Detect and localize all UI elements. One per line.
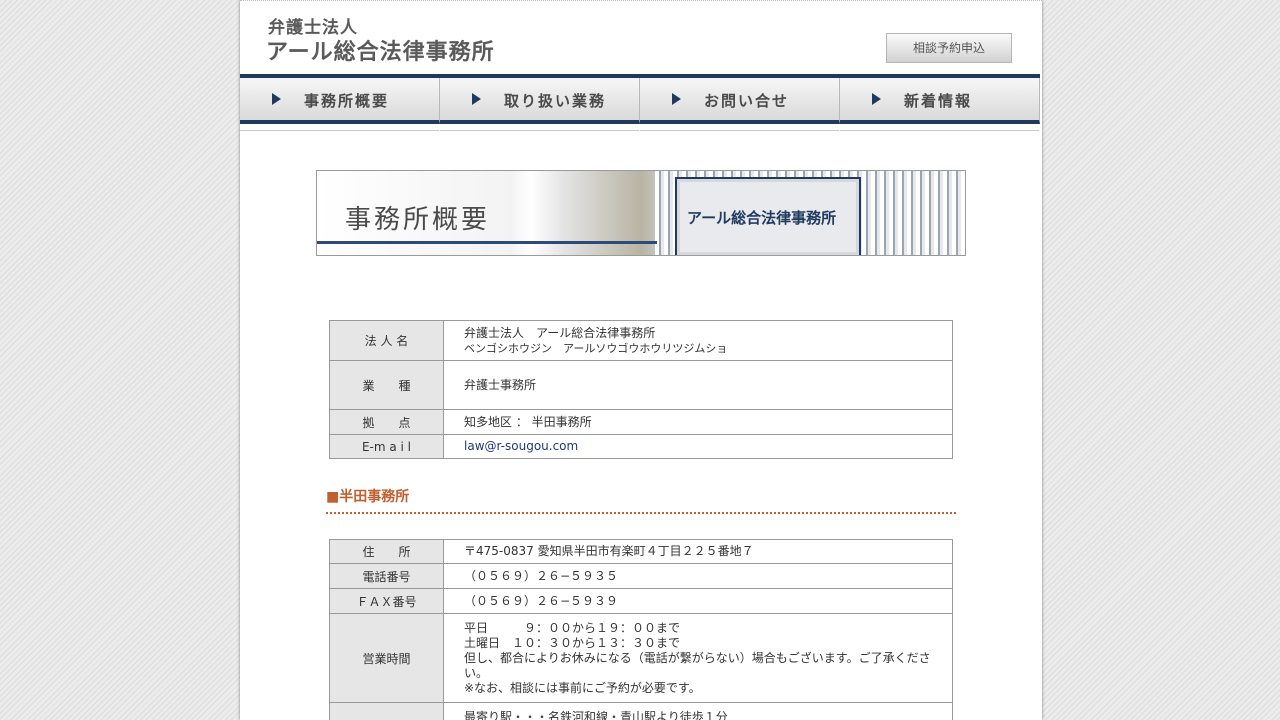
banner-underline <box>317 241 657 244</box>
table-row: E-m a i l law@r-sougou.com <box>329 434 953 459</box>
consultation-reservation-button[interactable]: 相談予約申込 <box>886 33 1012 63</box>
page-title: 事務所概要 <box>345 205 491 235</box>
table-row: 電話番号 （０５６９）２６−５９３５ <box>329 563 953 589</box>
play-arrow-icon <box>272 93 281 105</box>
row-label: 営業時間 <box>329 613 444 703</box>
table-row: ＦＡＸ番号 （０５６９）２６−５９３９ <box>329 588 953 614</box>
table-row: 営業時間 平日 ９：００から１９：００まで 土曜日 １０：３０から１３：３０まで… <box>329 613 953 703</box>
row-value: （０５６９）２６−５９３９ <box>443 588 953 614</box>
row-value: 平日 ９：００から１９：００まで 土曜日 １０：３０から１３：３０まで 但し、都… <box>443 613 953 703</box>
nav-item-label: 事務所概要 <box>304 92 390 110</box>
row-label: 電話番号 <box>329 563 444 589</box>
nav-item-label: 取り扱い業務 <box>504 92 607 110</box>
row-label: E-m a i l <box>329 434 444 459</box>
section-heading-handa-office: ■半田事務所 <box>326 486 956 514</box>
banner-sign-text: アール総合法律事務所 <box>687 209 837 227</box>
nav-item-practice-areas[interactable]: 取り扱い業務 <box>440 78 640 131</box>
table-row: 拠 点 知多地区 ： 半田事務所 <box>329 409 953 435</box>
hours-line: 平日 ９：００から１９：００まで <box>464 620 681 635</box>
nav-item-label: 新着情報 <box>904 92 973 110</box>
play-arrow-icon <box>472 93 481 105</box>
row-value: 知多地区 ： 半田事務所 <box>443 409 953 435</box>
banner-office-sign: アール総合法律事務所 <box>675 177 861 255</box>
table-row: 住 所 〒475-0837 愛知県半田市有楽町４丁目２２５番地７ <box>329 539 953 564</box>
table-row: 業 種 弁護士事務所 <box>329 360 953 410</box>
row-label <box>329 702 444 720</box>
row-value: （０５６９）２６−５９３５ <box>443 563 953 589</box>
hours-line: 但し、都合によりお休みになる（電話が繋がらない）場合もございます。ご了承ください… <box>464 650 931 680</box>
play-arrow-icon <box>872 93 881 105</box>
play-arrow-icon <box>672 93 681 105</box>
nav-item-contact[interactable]: お問い合せ <box>640 78 840 131</box>
row-label: 法 人 名 <box>329 320 444 361</box>
nav-item-office-overview[interactable]: 事務所概要 <box>240 78 440 131</box>
nav-item-news[interactable]: 新着情報 <box>840 78 1040 131</box>
table-row: 法 人 名 弁護士法人 アール総合法律事務所 ベンゴシホウジン アールソウゴウホ… <box>329 320 953 361</box>
row-value: 弁護士法人 アール総合法律事務所 ベンゴシホウジン アールソウゴウホウリツジムシ… <box>443 320 953 361</box>
page-banner: アール総合法律事務所 事務所概要 <box>316 170 966 256</box>
row-value: law@r-sougou.com <box>443 434 953 459</box>
corp-name: 弁護士法人 アール総合法律事務所 <box>464 325 656 340</box>
row-label: 業 種 <box>329 360 444 410</box>
hours-line: 土曜日 １０：３０から１３：３０まで <box>464 635 681 650</box>
site-header: 弁護士法人 アール総合法律事務所 相談予約申込 <box>240 0 1042 77</box>
row-value: 弁護士事務所 <box>443 360 953 410</box>
row-label: 住 所 <box>329 539 444 564</box>
logo-title[interactable]: アール総合法律事務所 <box>266 34 495 66</box>
page-container: 弁護士法人 アール総合法律事務所 相談予約申込 事務所概要 取り扱い業務 お問い… <box>240 0 1042 720</box>
main-navigation: 事務所概要 取り扱い業務 お問い合せ 新着情報 <box>240 74 1040 133</box>
row-label: ＦＡＸ番号 <box>329 588 444 614</box>
email-link[interactable]: law@r-sougou.com <box>464 439 578 453</box>
corporate-info-table: 法 人 名 弁護士法人 アール総合法律事務所 ベンゴシホウジン アールソウゴウホ… <box>329 320 953 459</box>
nav-item-label: お問い合せ <box>704 92 790 110</box>
hours-line: ※なお、相談には事前にご予約が必要です。 <box>464 680 701 695</box>
row-label: 拠 点 <box>329 409 444 435</box>
row-value: 最寄り駅・・・名鉄河和線・青山駅より徒歩１分 <box>443 702 953 720</box>
office-info-table: 住 所 〒475-0837 愛知県半田市有楽町４丁目２２５番地７ 電話番号 （０… <box>329 539 953 720</box>
table-row: 最寄り駅・・・名鉄河和線・青山駅より徒歩１分 <box>329 702 953 720</box>
row-value: 〒475-0837 愛知県半田市有楽町４丁目２２５番地７ <box>443 539 953 564</box>
corp-name-kana: ベンゴシホウジン アールソウゴウホウリツジムショ <box>464 341 728 355</box>
